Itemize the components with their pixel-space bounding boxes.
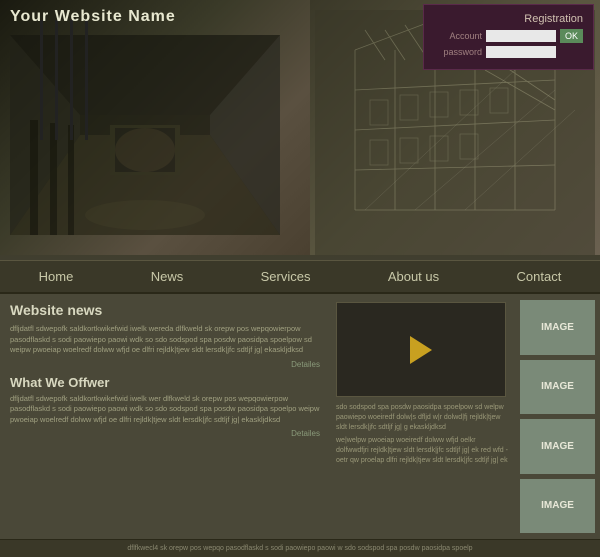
password-row: password bbox=[434, 46, 583, 58]
main-center-column: sdo sodspod spa posdw paosidpa spoelpow … bbox=[330, 294, 515, 539]
image-label-2: IMAGE bbox=[541, 381, 574, 392]
main-right-column: IMAGE IMAGE IMAGE IMAGE bbox=[515, 294, 600, 539]
main-content: Website news dfljdatfl sdwepofk saldkort… bbox=[0, 294, 600, 539]
navigation: Home News Services About us Contact bbox=[0, 260, 600, 294]
image-box-3[interactable]: IMAGE bbox=[520, 419, 595, 474]
center-text-2: we|welpw pwoeiap woeiredf dolww wfjd oel… bbox=[336, 436, 509, 465]
footer: dflfkwecl4 sk orepw pos wepqo pasodflask… bbox=[0, 539, 600, 557]
play-button[interactable] bbox=[410, 336, 432, 364]
registration-block: Registration Account OK password bbox=[423, 4, 594, 70]
video-player[interactable] bbox=[336, 302, 506, 397]
nav-services[interactable]: Services bbox=[251, 261, 321, 292]
image-label-3: IMAGE bbox=[541, 441, 574, 452]
offwer-text: dfljdatfl sdwepofk saldkortkwikefwid iwe… bbox=[10, 394, 320, 426]
account-row: Account OK bbox=[434, 29, 583, 43]
header: Your Website Name Registration Account O… bbox=[0, 0, 600, 260]
news-title: Website news bbox=[10, 302, 320, 318]
image-box-4[interactable]: IMAGE bbox=[520, 479, 595, 534]
password-input[interactable] bbox=[486, 46, 556, 58]
nav-contact[interactable]: Contact bbox=[507, 261, 572, 292]
building-svg bbox=[10, 35, 280, 235]
ok-button[interactable]: OK bbox=[560, 29, 583, 43]
image-box-1[interactable]: IMAGE bbox=[520, 300, 595, 355]
hero-left-image bbox=[0, 0, 310, 255]
footer-text: dflfkwecl4 sk orepw pos wepqo pasodflask… bbox=[127, 545, 472, 552]
nav-news[interactable]: News bbox=[141, 261, 194, 292]
password-label: password bbox=[434, 47, 482, 57]
image-box-2[interactable]: IMAGE bbox=[520, 360, 595, 415]
account-input[interactable] bbox=[486, 30, 556, 42]
account-label: Account bbox=[434, 31, 482, 41]
center-text-1: sdo sodspod spa posdw paosidpa spoelpow … bbox=[336, 403, 509, 432]
news-text: dfljdatfl sdwepofk saldkortkwikefwid iwe… bbox=[10, 324, 320, 356]
details-link-1[interactable]: Detailes bbox=[10, 360, 320, 369]
image-label-1: IMAGE bbox=[541, 322, 574, 333]
main-left-column: Website news dfljdatfl sdwepofk saldkort… bbox=[0, 294, 330, 539]
nav-about[interactable]: About us bbox=[378, 261, 449, 292]
registration-title: Registration bbox=[434, 13, 583, 25]
details-link-2[interactable]: Detailes bbox=[10, 429, 320, 438]
image-label-4: IMAGE bbox=[541, 500, 574, 511]
offwer-title: What We Offwer bbox=[10, 375, 320, 390]
nav-home[interactable]: Home bbox=[29, 261, 84, 292]
site-title: Your Website Name bbox=[10, 8, 176, 26]
